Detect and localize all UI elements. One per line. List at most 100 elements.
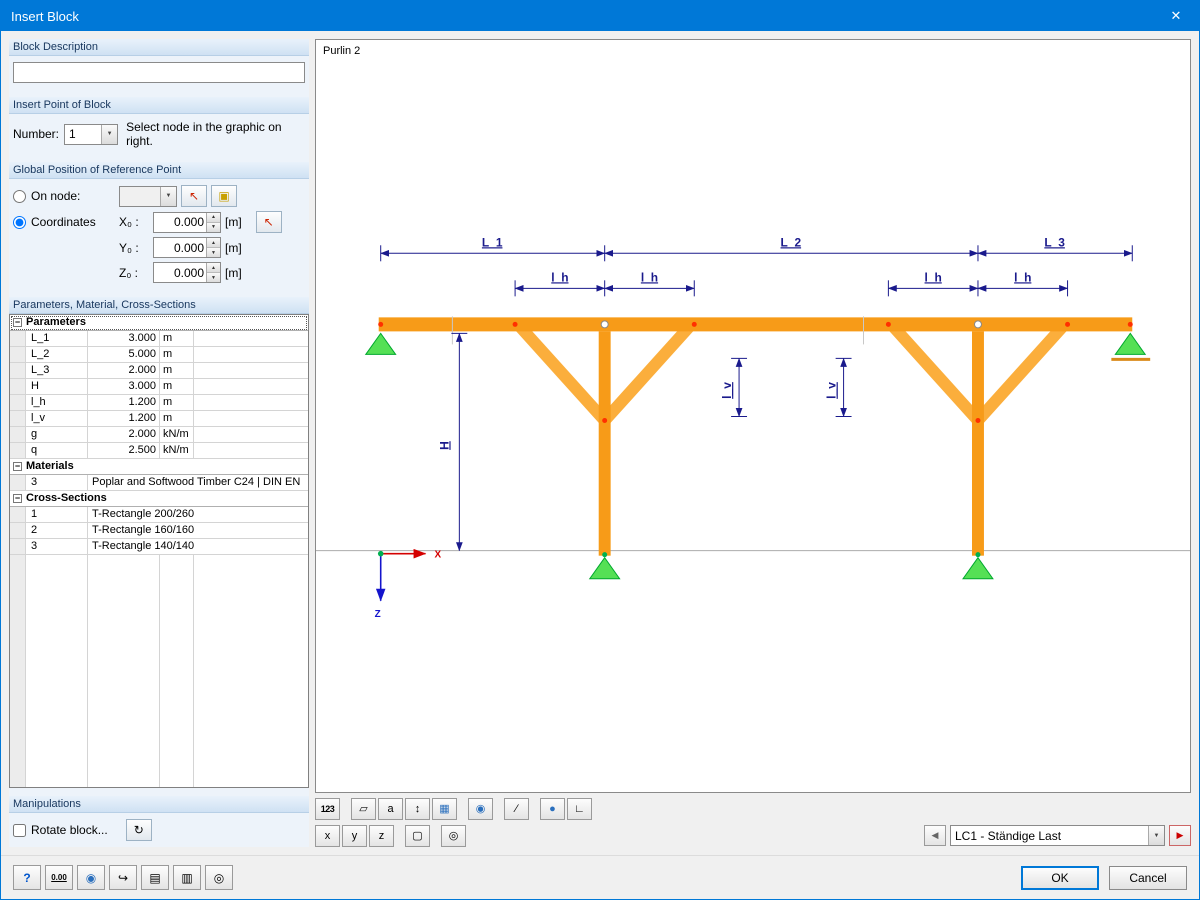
render-button[interactable]: ▦ [432, 797, 457, 820]
help-button[interactable]: ? [13, 865, 41, 890]
cancel-button[interactable]: Cancel [1109, 865, 1187, 890]
param-value[interactable]: 2.000 [88, 363, 160, 378]
coordinates-option[interactable]: Coordinates [13, 215, 96, 229]
load-case-combo[interactable]: LC1 - Ständige Last ▼ [950, 825, 1165, 846]
section-description[interactable]: T-Rectangle 200/260 [88, 507, 308, 522]
coordinates-radio[interactable] [13, 215, 26, 229]
zoom-reset-button[interactable]: ◎ [441, 824, 466, 847]
node-marker [973, 320, 982, 329]
view-y-button[interactable]: y [342, 824, 367, 847]
previous-load-case-button[interactable]: ◀ [924, 825, 946, 846]
table-row[interactable]: q 2.500 kN/m [10, 443, 308, 459]
number-combo[interactable]: 1 ▼ [64, 123, 119, 145]
paste-parameters-button[interactable]: ▥ [173, 865, 201, 890]
graphics-panel: Purlin 2 L_1 L_2 L_3 l_h l_h l_h l_h H l… [315, 39, 1191, 847]
solid-model-button[interactable]: ● [540, 797, 565, 820]
pick-point-button[interactable]: ↖ [255, 211, 282, 233]
select-node-hint: Select node in the graphic on right. [126, 120, 282, 148]
table-row[interactable]: 3 T-Rectangle 140/140 [10, 539, 308, 555]
details-icon: ◎ [213, 870, 225, 885]
isometric-view-button[interactable]: ▱ [351, 797, 376, 820]
section-button[interactable]: ∕ [504, 797, 529, 820]
on-node-option[interactable]: On node: [13, 189, 80, 203]
param-value[interactable]: 3.000 [88, 331, 160, 346]
table-row[interactable]: H 3.000 m [10, 379, 308, 395]
decimal-places-button[interactable]: 0.00 [45, 865, 73, 890]
y0-input[interactable] [154, 238, 206, 257]
collapse-icon[interactable]: − [13, 318, 22, 327]
collapse-icon[interactable]: − [13, 494, 22, 503]
left-panel: Block Description Insert Point of Block … [9, 39, 309, 847]
dropdown-icon: ▼ [160, 186, 176, 206]
x0-spin-down-button[interactable]: ▼ [207, 221, 220, 232]
table-row[interactable]: g 2.000 kN/m [10, 427, 308, 443]
z0-spin-down-button[interactable]: ▼ [207, 272, 220, 282]
param-name: g [26, 427, 88, 442]
graphics-viewport[interactable]: Purlin 2 L_1 L_2 L_3 l_h l_h l_h l_h H l… [315, 39, 1191, 793]
table-row[interactable]: L_1 3.000 m [10, 331, 308, 347]
block-description-input[interactable] [13, 62, 305, 83]
section-description[interactable]: T-Rectangle 140/140 [88, 539, 308, 554]
param-value[interactable]: 3.000 [88, 379, 160, 394]
next-load-case-button[interactable]: ▶ [1169, 825, 1191, 846]
on-node-radio[interactable] [13, 189, 26, 203]
visibility-button[interactable]: ◉ [468, 797, 493, 820]
param-value[interactable]: 1.200 [88, 395, 160, 410]
table-row[interactable]: L_2 5.000 m [10, 347, 308, 363]
wireframe-cube-icon: ▢ [412, 830, 423, 842]
table-row[interactable]: l_h 1.200 m [10, 395, 308, 411]
x0-input[interactable] [154, 212, 206, 232]
rotate-settings-button[interactable]: ↻ [125, 819, 152, 841]
pick-node-button[interactable]: ↖ [181, 185, 207, 207]
wireframe-button[interactable]: ▢ [405, 824, 430, 847]
table-group-row[interactable]: − Cross-Sections [10, 491, 308, 507]
param-value[interactable]: 5.000 [88, 347, 160, 362]
table-row[interactable]: l_v 1.200 m [10, 411, 308, 427]
row-handle [10, 507, 26, 522]
param-name: L_1 [26, 331, 88, 346]
ok-button[interactable]: OK [1021, 865, 1099, 890]
view-z-button[interactable]: z [369, 824, 394, 847]
param-value[interactable]: 2.500 [88, 443, 160, 458]
node-marker [691, 321, 697, 327]
param-unit: m [160, 379, 194, 394]
frame-members[interactable] [378, 317, 1133, 556]
table-row[interactable]: 3 Poplar and Softwood Timber C24 | DIN E… [10, 475, 308, 491]
units-button[interactable]: ◉ [77, 865, 105, 890]
import-block-button[interactable]: ↪ [109, 865, 137, 890]
x0-spin-up-button[interactable]: ▲ [207, 212, 220, 222]
z0-field: ▲ ▼ [153, 262, 221, 283]
node-marker [602, 552, 608, 558]
rotate-block-checkbox[interactable] [13, 823, 26, 837]
z0-input[interactable] [154, 263, 206, 282]
nodes[interactable] [378, 320, 1133, 558]
copy-parameters-button[interactable]: ▤ [141, 865, 169, 890]
node-marker [378, 321, 384, 327]
text-size-button[interactable]: a [378, 797, 403, 820]
param-unit: m [160, 411, 194, 426]
param-value[interactable]: 1.200 [88, 411, 160, 426]
table-row[interactable]: 2 T-Rectangle 160/160 [10, 523, 308, 539]
dimension-lines-button[interactable]: ↕ [405, 797, 430, 820]
details-button[interactable]: ◎ [205, 865, 233, 890]
table-group-row[interactable]: − Materials [10, 459, 308, 475]
view-x-button[interactable]: x [315, 824, 340, 847]
numbering-button[interactable]: 123 [315, 797, 340, 820]
section-description[interactable]: T-Rectangle 160/160 [88, 523, 308, 538]
numbering-icon: 123 [320, 803, 335, 814]
collapse-icon[interactable]: − [13, 462, 22, 471]
close-button[interactable]: ✕ [1153, 1, 1199, 31]
angle-button[interactable]: ∟ [567, 797, 592, 820]
y0-spin-up-button[interactable]: ▲ [207, 238, 220, 247]
table-row[interactable]: L_3 2.000 m [10, 363, 308, 379]
rotate-block-option[interactable]: Rotate block... [13, 823, 108, 837]
material-description[interactable]: Poplar and Softwood Timber C24 | DIN EN [88, 475, 308, 490]
row-handle [10, 475, 26, 490]
table-group-row[interactable]: − Parameters [10, 315, 308, 331]
y0-spin-down-button[interactable]: ▼ [207, 247, 220, 257]
brace-member [973, 319, 1070, 425]
z0-spin-up-button[interactable]: ▲ [207, 263, 220, 272]
table-row[interactable]: 1 T-Rectangle 200/260 [10, 507, 308, 523]
new-node-button[interactable]: ▣ [211, 185, 237, 207]
param-value[interactable]: 2.000 [88, 427, 160, 442]
